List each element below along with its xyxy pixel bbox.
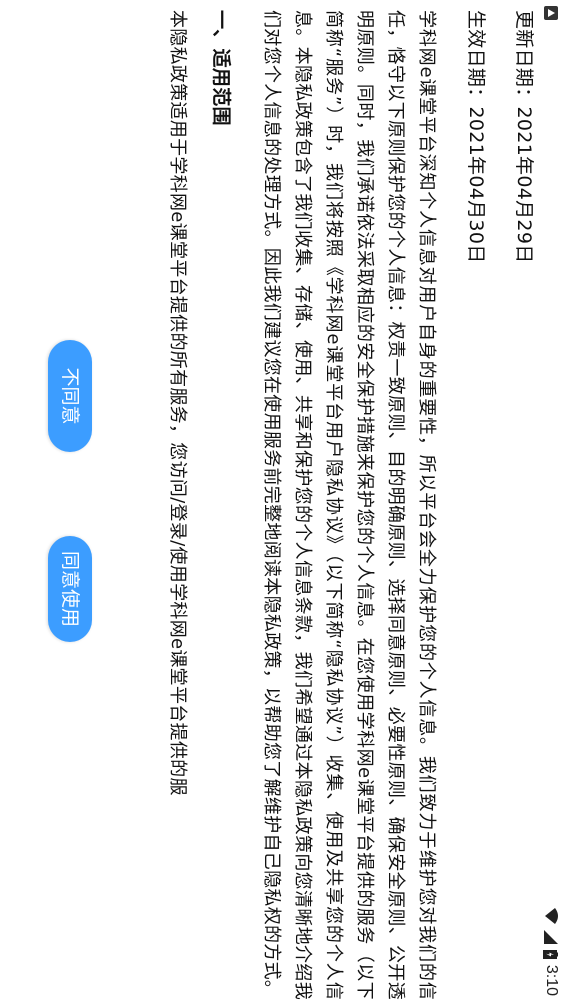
notification-icon bbox=[544, 6, 558, 20]
agree-button[interactable]: 同意使用 bbox=[48, 536, 92, 642]
status-left bbox=[544, 6, 558, 20]
disagree-button[interactable]: 不同意 bbox=[48, 340, 92, 452]
battery-icon bbox=[543, 949, 559, 959]
effective-date: 生效日期：2021年04月30日 bbox=[465, 10, 487, 264]
signal-icon bbox=[544, 929, 558, 944]
rotated-screen: 3:10 更新日期：2021年04月29日 生效日期：2021年04月30日 学… bbox=[0, 0, 566, 1006]
privacy-policy-content[interactable]: 更新日期：2021年04月29日 生效日期：2021年04月30日 学科网e课堂… bbox=[162, 10, 538, 1000]
wifi-icon bbox=[544, 907, 558, 924]
section-title-scope: 一、适用范围 bbox=[210, 10, 232, 126]
updated-date: 更新日期：2021年04月29日 bbox=[513, 10, 535, 264]
status-right: 3:10 bbox=[542, 907, 560, 996]
policy-intro-paragraph: 学科网e课堂平台深知个人信息对用户自身的重要性，所以平台会全力保护您的个人信息。… bbox=[261, 10, 437, 1000]
section-body-scope: 本隐私政策适用于学科网e课堂平台提供的所有服务，您访问/登录/使用学科网e课堂平… bbox=[167, 10, 188, 796]
status-time: 3:10 bbox=[543, 964, 560, 996]
